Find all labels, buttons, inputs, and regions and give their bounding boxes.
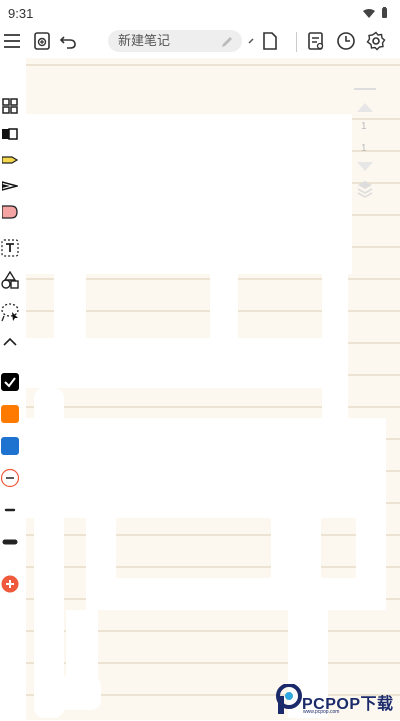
ink-stroke <box>322 218 348 418</box>
note-title-field[interactable]: 新建笔记 <box>108 30 242 52</box>
page-up-icon[interactable] <box>355 100 375 118</box>
stroke-thick-option[interactable] <box>0 532 20 552</box>
export-icon[interactable] <box>30 29 54 53</box>
top-toolbar: 新建笔记 <box>0 26 400 56</box>
wifi-icon <box>363 6 375 24</box>
toolbar-divider <box>296 32 297 52</box>
status-bar: 9:31 <box>0 0 400 26</box>
watermark-sub: www.pcpop.com <box>303 709 340 715</box>
lasso-select-icon[interactable] <box>0 302 20 322</box>
ink-stroke <box>66 610 98 685</box>
ink-stroke <box>210 218 238 338</box>
ink-stroke <box>26 338 348 388</box>
settings-gear-icon[interactable] <box>364 29 388 53</box>
stroke-thin-option[interactable] <box>0 468 20 488</box>
collapse-up-icon[interactable] <box>0 332 20 352</box>
text-tool-icon[interactable] <box>0 238 20 258</box>
note-canvas[interactable] <box>26 58 400 720</box>
menu-icon[interactable] <box>0 29 24 53</box>
color-orange-swatch[interactable] <box>0 404 20 424</box>
ink-stroke <box>356 423 386 603</box>
color-blue-swatch[interactable] <box>0 436 20 456</box>
status-time: 9:31 <box>8 6 34 21</box>
stroke-medium-option[interactable] <box>0 500 20 520</box>
undo-icon[interactable] <box>56 29 80 53</box>
note-title: 新建笔记 <box>118 33 171 48</box>
eraser-pink-icon[interactable] <box>0 202 20 222</box>
battery-icon <box>381 6 388 24</box>
eraser-icon[interactable] <box>0 124 20 144</box>
ink-stroke <box>86 578 386 610</box>
page-layers-icon[interactable] <box>357 180 373 203</box>
left-toolbar <box>0 90 22 720</box>
pen-icon[interactable] <box>0 176 20 196</box>
pcpop-watermark: PCPOP下载 www.pcpop.com <box>276 682 400 718</box>
ink-stroke <box>26 114 352 274</box>
ink-stroke <box>54 258 86 338</box>
note-list-icon[interactable] <box>304 29 328 53</box>
new-page-icon[interactable] <box>258 29 282 53</box>
layout-icon[interactable] <box>0 96 20 116</box>
current-page: 1 <box>361 121 367 132</box>
history-clock-icon[interactable] <box>334 29 358 53</box>
pcpop-logo-icon <box>276 683 302 721</box>
shapes-icon[interactable] <box>0 270 20 290</box>
page-down-icon[interactable] <box>355 160 375 178</box>
highlighter-icon[interactable] <box>0 150 20 170</box>
color-black-swatch[interactable] <box>0 372 20 392</box>
ink-stroke <box>56 676 101 710</box>
collapse-icon[interactable] <box>246 29 258 53</box>
ink-stroke <box>26 418 386 518</box>
total-pages: 1 <box>361 143 367 154</box>
page-nav-divider <box>354 88 376 90</box>
add-color-button[interactable] <box>0 574 20 594</box>
edit-title-icon[interactable] <box>220 34 234 56</box>
